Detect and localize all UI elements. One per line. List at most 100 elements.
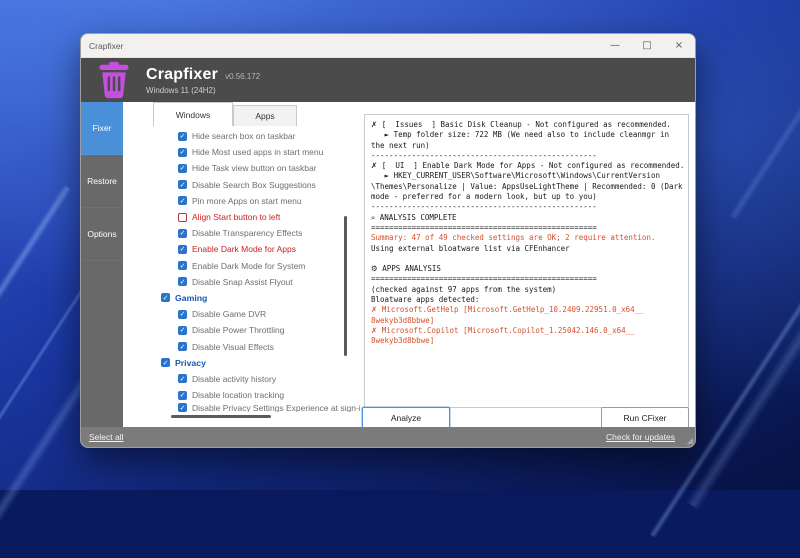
cross-icon: ✗	[371, 305, 377, 314]
checklist-label: Pin more Apps on start menu	[192, 196, 302, 206]
console-line: ========================================…	[371, 223, 682, 233]
console-line: 8wekyb3d8bbwe]	[371, 336, 682, 346]
checkbox-checked[interactable]: ✓	[178, 245, 187, 254]
window-titlebar: Crapfixer — □ ×	[81, 34, 695, 58]
checklist-label: Disable Search Box Suggestions	[192, 180, 316, 190]
sidebar-item-options[interactable]: Options	[81, 208, 123, 261]
run-cfixer-button[interactable]: Run CFixer	[601, 407, 689, 429]
select-all-link[interactable]: Select all	[89, 432, 124, 442]
console-line: \Themes\Personalize | Value: AppsUseLigh…	[371, 182, 682, 192]
checklist-label: Disable activity history	[192, 374, 276, 384]
app-header: Crapfixer v0.56.172 Windows 11 (24H2)	[81, 58, 695, 102]
app-version: v0.56.172	[225, 72, 260, 81]
sidebar: FixerRestoreOptions	[81, 102, 123, 427]
checklist-row[interactable]: ✓ Hide Most used apps in start menu	[123, 144, 361, 160]
gear-icon: ⚙	[371, 264, 378, 273]
checklist: ✓ Hide search box on taskbar ✓ Hide Most us…	[123, 126, 361, 416]
tab-windows[interactable]: Windows	[153, 102, 233, 126]
checkbox-checked[interactable]: ✓	[178, 164, 187, 173]
checklist-row[interactable]: ✓Disable location tracking	[123, 387, 361, 403]
checklist-row[interactable]: ✓ Hide search box on taskbar	[123, 128, 361, 144]
checklist-row[interactable]: ✓Disable Visual Effects	[123, 338, 361, 354]
checkbox-checked[interactable]: ✓	[178, 326, 187, 335]
checklist-row[interactable]: ✓ Enable Dark Mode for System	[123, 258, 361, 274]
checklist-label: Enable Dark Mode for System	[192, 261, 305, 271]
checkbox-checked[interactable]: ✓	[178, 148, 187, 157]
wallpaper-streak	[0, 185, 72, 476]
analyze-button[interactable]: Analyze	[362, 407, 450, 429]
checkbox-checked[interactable]: ✓	[178, 391, 187, 400]
checklist-row[interactable]: ✓ Disable Search Box Suggestions	[123, 177, 361, 193]
console-line: ✗ Microsoft.GetHelp [Microsoft.GetHelp_1…	[371, 305, 682, 315]
window-title: Crapfixer	[81, 41, 599, 51]
checkbox-checked[interactable]: ✓	[178, 180, 187, 189]
checkbox-checked[interactable]: ✓	[178, 196, 187, 205]
console-line: Bloatware apps detected:	[371, 295, 682, 305]
os-label: Windows 11 (24H2)	[146, 86, 260, 95]
tab-apps[interactable]: Apps	[233, 105, 297, 126]
cross-icon: ✗	[371, 120, 377, 129]
console-line: Summary: 47 of 49 checked settings are O…	[371, 233, 682, 243]
status-bar: Select all Check for updates ◢	[81, 427, 695, 447]
minimize-button[interactable]: —	[599, 34, 631, 57]
checkbox-checked[interactable]: ✓	[178, 132, 187, 141]
checklist-label: Hide Most used apps in start menu	[192, 147, 323, 157]
console-line: (checked against 97 apps from the system…	[371, 285, 682, 295]
console-line: Using external bloatware list via CFEnha…	[371, 244, 682, 254]
checklist-row[interactable]: ✓ Disable Transparency Effects	[123, 225, 361, 241]
checkbox-checked[interactable]: ✓	[178, 403, 187, 412]
checkbox-checked[interactable]: ✓	[178, 277, 187, 286]
console-line: ✗ Microsoft.Copilot [Microsoft.Copilot_1…	[371, 326, 682, 336]
checkbox-checked[interactable]: ✓	[161, 293, 170, 302]
cross-icon: ✗	[371, 326, 377, 335]
console-line: the next run)	[371, 141, 682, 151]
magnifier-icon: ⌕	[371, 213, 375, 222]
checklist-label: Disable Privacy Settings Experience at s…	[192, 403, 361, 412]
sidebar-item-fixer[interactable]: Fixer	[81, 102, 123, 155]
checkbox-checked[interactable]: ✓	[178, 310, 187, 319]
app-title: Crapfixer	[146, 66, 218, 84]
horizontal-scrollbar[interactable]	[171, 415, 271, 418]
checklist-row[interactable]: ✓Gaming	[123, 290, 361, 306]
checkbox-checked[interactable]: ✓	[178, 342, 187, 351]
console-line: mode - preferred for a modern look, but …	[371, 192, 682, 202]
checklist-label: Disable Transparency Effects	[192, 228, 302, 238]
resize-grip-icon[interactable]: ◢	[687, 437, 693, 445]
cross-icon: ✗	[371, 161, 377, 170]
checklist-row[interactable]: Align Start button to left	[123, 209, 361, 225]
console-line: ✗ [ Issues ] Basic Disk Cleanup - Not co…	[371, 120, 682, 130]
checklist-label: Privacy	[175, 358, 206, 368]
checklist-row[interactable]: ✓ Disable activity history	[123, 371, 361, 387]
checklist-label: Hide Task view button on taskbar	[192, 163, 317, 173]
checkbox-unchecked[interactable]	[178, 213, 187, 222]
checklist-row[interactable]: ✓ Hide Task view button on taskbar	[123, 160, 361, 176]
checklist-row[interactable]: ✓ Disable Privacy Settings Experience at …	[123, 403, 361, 412]
checklist-row[interactable]: ✓Disable Power Throttling	[123, 322, 361, 338]
crapfixer-window: Crapfixer — □ × Crapfixer v0.56.172 Wind…	[80, 33, 696, 448]
maximize-button[interactable]: □	[631, 34, 663, 57]
checklist-row[interactable]: ✓Enable Dark Mode for Apps	[123, 241, 361, 257]
sidebar-item-restore[interactable]: Restore	[81, 155, 123, 208]
checklist-label: Disable Snap Assist Flyout	[192, 277, 293, 287]
checkbox-checked[interactable]: ✓	[178, 261, 187, 270]
checklist-row[interactable]: ✓ Disable Snap Assist Flyout	[123, 274, 361, 290]
vertical-scrollbar[interactable]	[344, 216, 347, 356]
check-for-updates-link[interactable]: Check for updates	[606, 432, 675, 442]
checkbox-checked[interactable]: ✓	[178, 374, 187, 383]
console-line: ----------------------------------------…	[371, 202, 682, 212]
console-line: ⌕ ANALYSIS COMPLETE	[371, 213, 682, 223]
checklist-label: Align Start button to left	[192, 212, 280, 222]
checkbox-checked[interactable]: ✓	[178, 229, 187, 238]
checklist-row[interactable]: ✓ Privacy	[123, 355, 361, 371]
window-controls: — □ ×	[599, 34, 695, 57]
checklist-row[interactable]: ✓ Disable Game DVR	[123, 306, 361, 322]
trash-icon	[96, 61, 132, 99]
checklist-label: Hide search box on taskbar	[192, 131, 295, 141]
console-line: ⚙ APPS ANALYSIS	[371, 264, 682, 274]
close-button[interactable]: ×	[663, 34, 695, 57]
content-panel: Windows Apps ✓ Hide search box on taskbar…	[123, 102, 695, 427]
checklist-row[interactable]: ✓ Pin more Apps on start menu	[123, 193, 361, 209]
checkbox-checked[interactable]: ✓	[161, 358, 170, 367]
checklist-label: Disable Game DVR	[192, 309, 266, 319]
wallpaper-streak	[686, 250, 800, 510]
